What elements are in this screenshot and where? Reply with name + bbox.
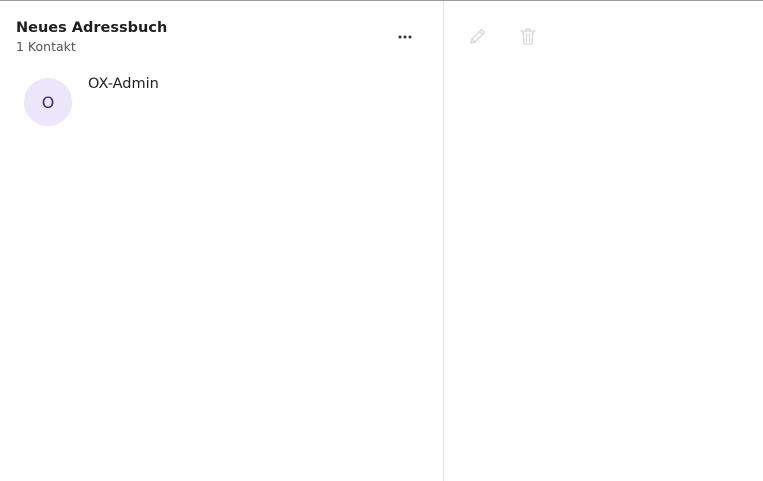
contact-count: 1 Kontakt bbox=[16, 39, 76, 54]
contact-list-pane: Neues Adressbuch 1 Kontakt O OX-Admin bbox=[0, 1, 444, 481]
more-options-button[interactable] bbox=[393, 27, 417, 47]
list-header: Neues Adressbuch 1 Kontakt bbox=[16, 19, 416, 55]
pencil-icon bbox=[468, 26, 488, 50]
trash-icon bbox=[518, 26, 538, 50]
contact-list-item[interactable]: O OX-Admin bbox=[0, 67, 443, 135]
contact-name: OX-Admin bbox=[88, 76, 159, 92]
more-horizontal-icon bbox=[398, 35, 412, 39]
contact-detail-pane bbox=[444, 1, 763, 481]
edit-button[interactable] bbox=[465, 25, 491, 51]
avatar-initial: O bbox=[41, 92, 55, 112]
avatar: O bbox=[24, 78, 72, 126]
delete-button[interactable] bbox=[515, 25, 541, 51]
folder-title: Neues Adressbuch bbox=[16, 20, 168, 36]
address-book-window: Neues Adressbuch 1 Kontakt O OX-Admin bbox=[0, 0, 763, 481]
